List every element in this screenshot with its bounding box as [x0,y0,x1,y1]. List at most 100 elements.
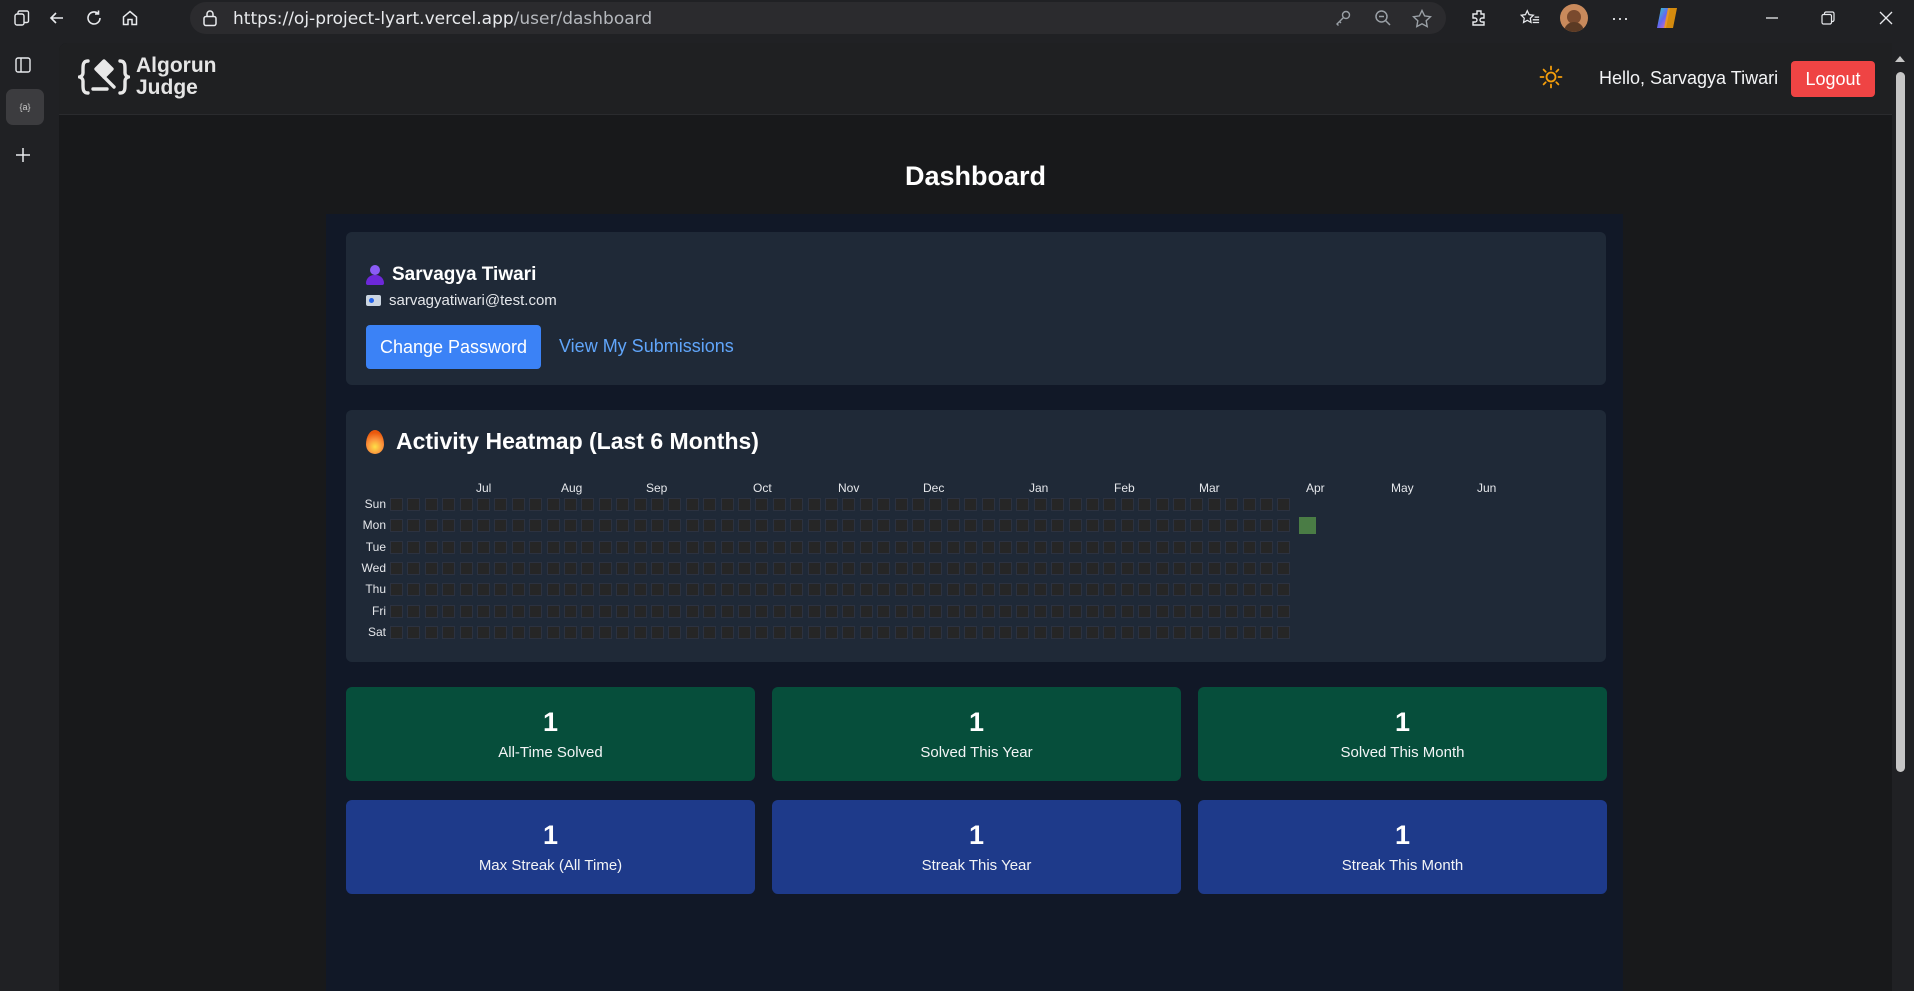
heatmap-cell[interactable] [581,540,595,554]
heatmap-cell[interactable] [598,519,612,533]
heatmap-cell[interactable] [1207,583,1221,597]
heatmap-cell[interactable] [842,604,856,618]
heatmap-cell[interactable] [477,625,490,639]
heatmap-cell[interactable] [407,498,421,511]
heatmap-cell[interactable] [1033,604,1047,618]
heatmap-cell[interactable] [738,561,751,575]
heatmap-cell[interactable] [616,561,630,575]
heatmap-cell[interactable] [738,540,751,554]
heatmap-cell[interactable] [981,498,995,511]
heatmap-cell[interactable] [529,561,543,575]
heatmap-cell[interactable] [494,625,508,639]
heatmap-cell[interactable] [929,561,943,575]
heatmap-cell[interactable] [790,498,804,511]
heatmap-cell[interactable] [964,583,978,597]
heatmap-cell[interactable] [529,498,543,511]
workspaces-icon[interactable] [12,8,32,28]
heatmap-cell[interactable] [964,561,978,575]
heatmap-cell[interactable] [1155,498,1169,511]
heatmap-cell[interactable] [964,625,978,639]
refresh-icon[interactable] [84,8,104,28]
heatmap-cell[interactable] [564,625,577,639]
heatmap-cell[interactable] [651,561,664,575]
change-password-button[interactable]: Change Password [366,325,541,369]
heatmap-cell[interactable] [442,561,456,575]
heatmap-cell[interactable] [1086,498,1099,511]
heatmap-cell[interactable] [999,519,1012,533]
heatmap-cell[interactable] [772,519,786,533]
heatmap-cell[interactable] [1120,498,1134,511]
heatmap-cell[interactable] [564,519,577,533]
heatmap-cell[interactable] [1051,625,1065,639]
heatmap-cell[interactable] [894,540,908,554]
heatmap-cell[interactable] [442,540,456,554]
heatmap-cell[interactable] [703,604,717,618]
heatmap-cell[interactable] [1103,625,1117,639]
heatmap-cell[interactable] [1155,561,1169,575]
heatmap-cell[interactable] [1173,561,1186,575]
heatmap-cell[interactable] [912,583,925,597]
heatmap-cell[interactable] [964,519,978,533]
heatmap-cell[interactable] [877,519,891,533]
heatmap-cell[interactable] [633,561,647,575]
heatmap-cell[interactable] [825,625,838,639]
heatmap-cell[interactable] [999,498,1012,511]
heatmap-cell[interactable] [424,604,438,618]
heatmap-cell[interactable] [703,583,717,597]
heatmap-cell[interactable] [912,519,925,533]
heatmap-cell[interactable] [1277,625,1291,639]
heatmap-cell[interactable] [703,625,717,639]
heatmap-cell[interactable] [598,561,612,575]
heatmap-cell[interactable] [1190,540,1204,554]
heatmap-cell[interactable] [807,604,821,618]
heatmap-cell[interactable] [772,540,786,554]
heatmap-cell[interactable] [790,519,804,533]
heatmap-cell[interactable] [825,604,838,618]
heatmap-cell[interactable] [1068,604,1082,618]
heatmap-cell[interactable] [894,498,908,511]
heatmap-cell[interactable] [407,540,421,554]
heatmap-cell[interactable] [1120,561,1134,575]
heatmap-cell[interactable] [1242,604,1256,618]
heatmap-cell[interactable] [1173,583,1186,597]
heatmap-cell[interactable] [1190,561,1204,575]
heatmap-cell[interactable] [616,604,630,618]
heatmap-cell[interactable] [964,540,978,554]
heatmap-cell[interactable] [772,583,786,597]
heatmap-cell[interactable] [1068,540,1082,554]
heatmap-cell[interactable] [859,540,873,554]
heatmap-cell[interactable] [1225,625,1239,639]
heatmap-cell[interactable] [1190,604,1204,618]
heatmap-cell[interactable] [1051,604,1065,618]
heatmap-cell[interactable] [1242,583,1256,597]
favorites-icon[interactable] [1520,8,1540,28]
heatmap-cell[interactable] [407,583,421,597]
heatmap-cell[interactable] [1155,519,1169,533]
heatmap-cell[interactable] [912,604,925,618]
heatmap-cell[interactable] [1225,498,1239,511]
heatmap-cell[interactable] [1016,583,1030,597]
heatmap-cell[interactable] [842,561,856,575]
heatmap-cell[interactable] [668,540,682,554]
heatmap-cell[interactable] [546,625,560,639]
heatmap-cell[interactable] [529,604,543,618]
heatmap-cell[interactable] [1033,519,1047,533]
heatmap-cell[interactable] [1033,625,1047,639]
heatmap-cell[interactable] [1260,583,1273,597]
heatmap-cell[interactable] [668,519,682,533]
heatmap-cell[interactable] [598,540,612,554]
close-window-icon[interactable] [1876,8,1896,28]
heatmap-cell[interactable] [442,498,456,511]
heatmap-cell[interactable] [459,625,473,639]
heatmap-cell[interactable] [651,498,664,511]
heatmap-cell[interactable] [1225,519,1239,533]
heatmap-cell[interactable] [1242,625,1256,639]
heatmap-cell[interactable] [1016,625,1030,639]
heatmap-cell[interactable] [772,604,786,618]
heatmap-cell[interactable] [564,583,577,597]
heatmap-cell[interactable] [946,498,960,511]
heatmap-cell[interactable] [511,540,525,554]
heatmap-cell[interactable] [981,561,995,575]
heatmap-cell[interactable] [511,519,525,533]
heatmap-cell[interactable] [981,604,995,618]
